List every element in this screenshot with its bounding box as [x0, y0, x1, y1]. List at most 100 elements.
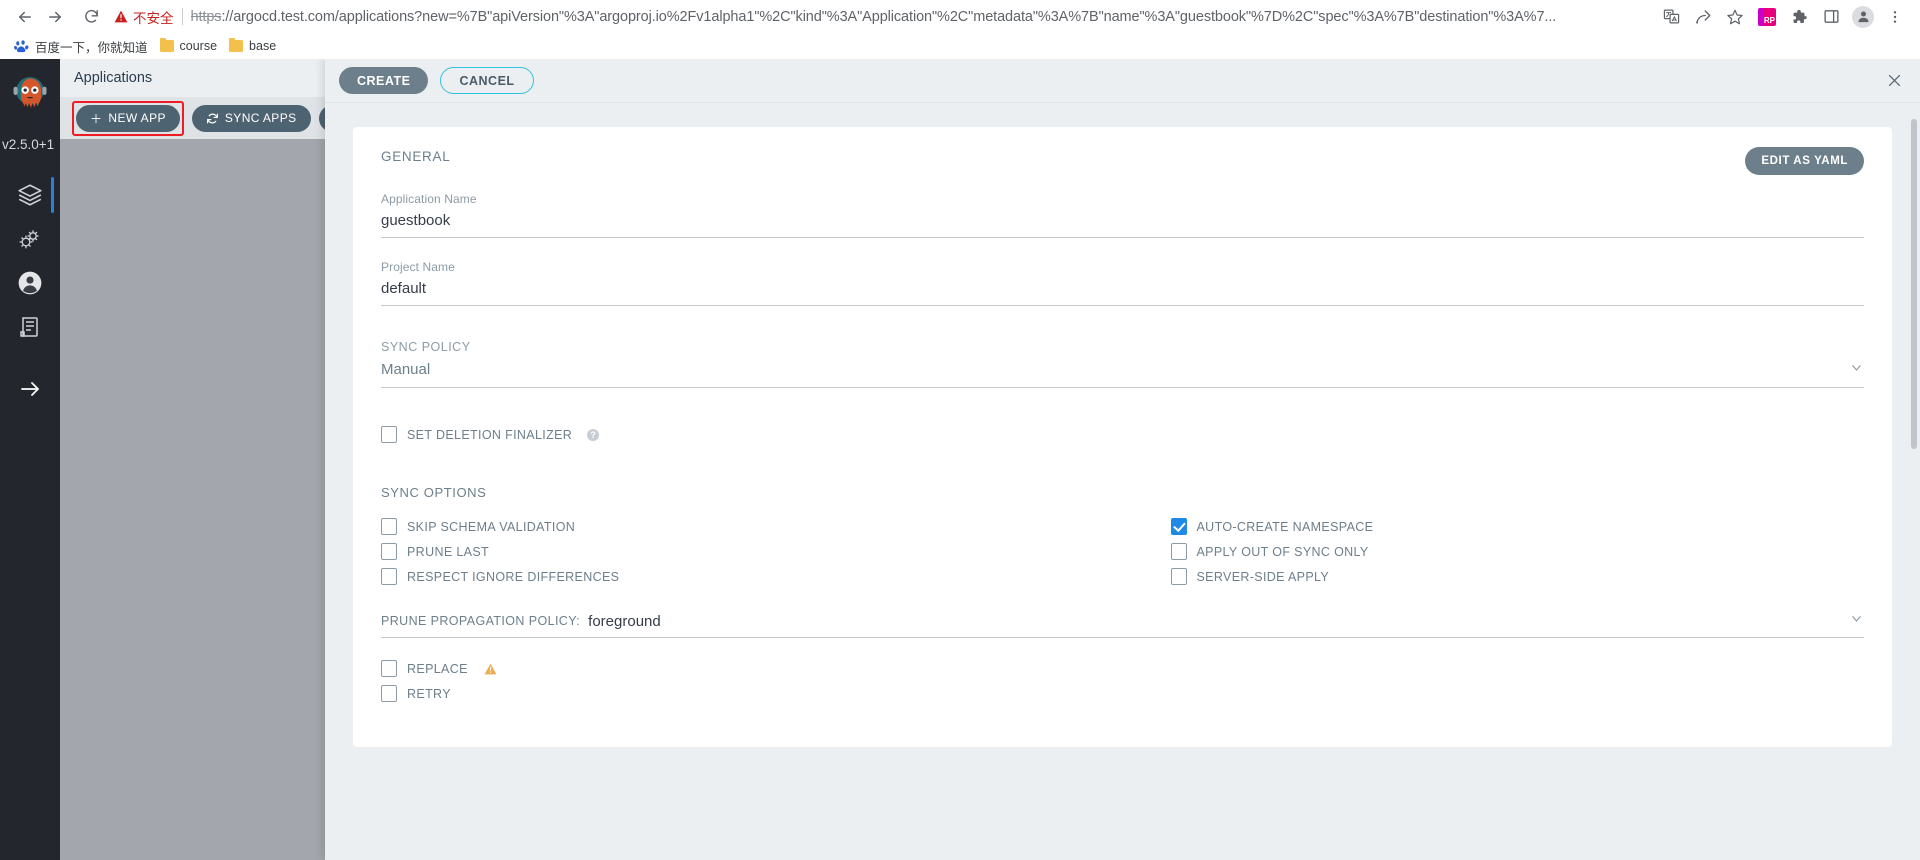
auto-create-namespace-label: AUTO-CREATE NAMESPACE	[1196, 519, 1374, 534]
bookmark-item[interactable]: 百度一下，你就知道	[10, 35, 156, 58]
sync-options-left-column: SKIP SCHEMA VALIDATION PRUNE LAST RESPEC…	[381, 514, 1123, 589]
general-section-title: GENERAL	[381, 149, 451, 164]
url-rest: ://argocd.test.com/applications?new=%7B"…	[221, 8, 1557, 25]
project-name-label: Project Name	[381, 260, 455, 274]
gear-icon	[19, 230, 39, 249]
sync-apps-button[interactable]: SYNC APPS	[191, 104, 311, 132]
prune-last-row[interactable]: PRUNE LAST	[381, 539, 1123, 564]
bookmarks-bar: 百度一下，你就知道 course base	[0, 33, 1920, 59]
application-name-input[interactable]: guestbook	[381, 212, 1864, 238]
replace-label: REPLACE	[407, 661, 468, 676]
skip-schema-validation-label: SKIP SCHEMA VALIDATION	[407, 519, 576, 534]
set-deletion-finalizer-checkbox[interactable]	[381, 426, 397, 443]
apply-out-of-sync-only-row[interactable]: APPLY OUT OF SYNC ONLY	[1170, 539, 1865, 564]
edit-as-yaml-button[interactable]: EDIT AS YAML	[1745, 147, 1864, 175]
forward-icon[interactable]	[40, 2, 70, 32]
plus-icon: ＋	[90, 111, 103, 126]
warning-triangle-icon	[114, 10, 128, 23]
pane-scrollbar[interactable]	[1911, 119, 1917, 449]
toolbar-icons	[1652, 2, 1910, 32]
security-indicator[interactable]: 不安全	[114, 7, 182, 27]
sidebar-item-user-info[interactable]	[0, 261, 60, 305]
retry-label: RETRY	[407, 686, 451, 701]
project-name-input[interactable]: default	[381, 280, 1864, 306]
address-bar[interactable]: 不安全 https://argocd.test.com/applications…	[114, 3, 1646, 31]
server-side-apply-label: SERVER-SIDE APPLY	[1196, 569, 1330, 584]
retry-row[interactable]: RETRY	[381, 681, 1864, 706]
reload-icon[interactable]	[76, 2, 106, 32]
translate-icon[interactable]	[1656, 2, 1686, 32]
bookmark-item[interactable]: base	[225, 37, 284, 55]
browser-menu-icon[interactable]	[1880, 2, 1910, 32]
extensions-puzzle-icon[interactable]	[1784, 2, 1814, 32]
close-icon[interactable]	[1882, 69, 1906, 93]
profile-avatar-icon[interactable]	[1848, 2, 1878, 32]
server-side-apply-checkbox[interactable]	[1170, 568, 1187, 585]
browser-window: 不安全 https://argocd.test.com/applications…	[0, 0, 1920, 860]
bookmark-item[interactable]: course	[156, 37, 226, 55]
sync-options-tail: REPLACE RETRY	[381, 656, 1864, 706]
applications-list-area	[60, 139, 325, 860]
argocd-version: v2.5.0+1	[2, 137, 55, 152]
auto-create-namespace-row[interactable]: AUTO-CREATE NAMESPACE	[1170, 514, 1865, 539]
rp-extension-icon[interactable]	[1752, 2, 1782, 32]
argocd-nav-items	[0, 173, 60, 411]
warning-triangle-icon	[484, 663, 497, 674]
sidebar-item-documentation[interactable]	[0, 305, 60, 349]
skip-schema-validation-checkbox[interactable]	[381, 518, 397, 535]
applications-title: Applications	[60, 59, 325, 97]
respect-ignore-differences-row[interactable]: RESPECT IGNORE DIFFERENCES	[381, 564, 1123, 589]
sync-policy-label: SYNC POLICY	[381, 340, 471, 354]
baidu-icon	[14, 39, 29, 52]
new-app-highlight: ＋ NEW APP	[72, 100, 184, 136]
new-app-button[interactable]: ＋ NEW APP	[76, 104, 180, 132]
url-text[interactable]: https://argocd.test.com/applications?new…	[191, 9, 1557, 25]
applications-toolbar: ＋ NEW APP SYNC APPS REFRESH APPS	[60, 97, 463, 139]
prune-last-checkbox[interactable]	[381, 543, 397, 560]
server-side-apply-row[interactable]: SERVER-SIDE APPLY	[1170, 564, 1865, 589]
sidebar-item-collapse[interactable]	[0, 367, 60, 411]
sidebar-item-settings[interactable]	[0, 217, 60, 261]
skip-schema-validation-row[interactable]: SKIP SCHEMA VALIDATION	[381, 514, 1123, 539]
omnibox-divider	[181, 8, 183, 25]
sync-policy-select[interactable]: Manual	[381, 360, 1864, 388]
bookmark-star-icon[interactable]	[1720, 2, 1750, 32]
replace-row[interactable]: REPLACE	[381, 656, 1864, 681]
sync-policy-field: SYNC POLICY Manual	[381, 340, 1864, 388]
folder-icon	[159, 37, 174, 52]
sync-icon	[206, 113, 218, 123]
prune-propagation-policy-label: PRUNE PROPAGATION POLICY:	[381, 614, 581, 628]
layers-icon	[18, 184, 42, 206]
back-icon[interactable]	[10, 2, 40, 32]
prune-propagation-policy-row[interactable]: PRUNE PROPAGATION POLICY: foreground	[381, 611, 1864, 638]
replace-checkbox[interactable]	[381, 660, 397, 677]
chevron-down-icon	[1849, 360, 1864, 379]
set-deletion-finalizer-row[interactable]: SET DELETION FINALIZER ?	[381, 422, 1864, 447]
auto-create-namespace-checkbox[interactable]	[1170, 518, 1187, 535]
url-scheme: https	[190, 8, 222, 25]
retry-checkbox[interactable]	[381, 685, 397, 702]
respect-ignore-differences-label: RESPECT IGNORE DIFFERENCES	[407, 569, 620, 584]
side-panel-icon[interactable]	[1816, 2, 1846, 32]
share-icon[interactable]	[1688, 2, 1718, 32]
create-application-pane: CREATE CANCEL EDIT AS YAML GENERAL Appli…	[325, 59, 1920, 860]
new-app-label: NEW APP	[108, 111, 166, 125]
help-circle-icon[interactable]: ?	[587, 428, 600, 441]
bookmark-label: base	[249, 39, 277, 53]
applications-panel: Applications ＋ NEW APP SYNC APPS REFRESH…	[60, 59, 463, 860]
respect-ignore-differences-checkbox[interactable]	[381, 568, 397, 585]
apply-out-of-sync-only-checkbox[interactable]	[1170, 543, 1187, 560]
browser-toolbar: 不安全 https://argocd.test.com/applications…	[0, 0, 1920, 33]
bookmark-label: 百度一下，你就知道	[35, 40, 148, 55]
application-name-label: Application Name	[381, 192, 477, 206]
set-deletion-finalizer-label: SET DELETION FINALIZER	[407, 427, 573, 442]
bookmark-label: course	[179, 39, 218, 53]
cancel-button[interactable]: CANCEL	[440, 67, 534, 94]
pane-scroll-area[interactable]: EDIT AS YAML GENERAL Application Name gu…	[325, 103, 1920, 860]
chevron-down-icon[interactable]	[1849, 611, 1864, 631]
argo-octopus-logo	[13, 77, 47, 108]
create-button[interactable]: CREATE	[339, 67, 429, 94]
create-form-card: EDIT AS YAML GENERAL Application Name gu…	[353, 127, 1892, 747]
sidebar-item-applications[interactable]	[0, 173, 60, 217]
sync-apps-label: SYNC APPS	[224, 111, 297, 125]
